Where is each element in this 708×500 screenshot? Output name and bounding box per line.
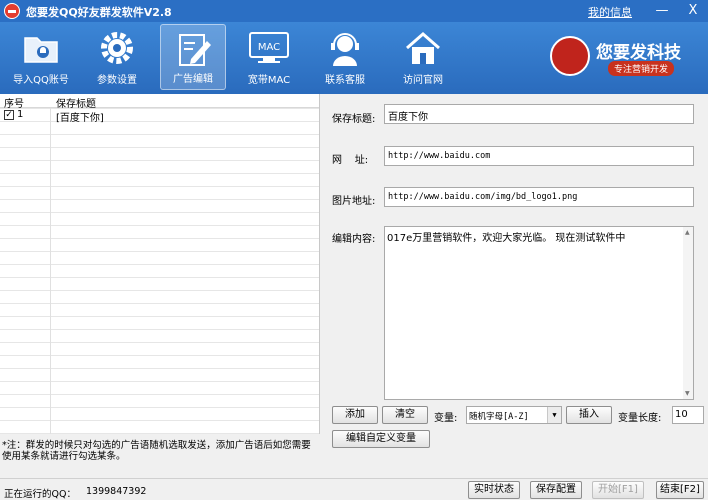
toolbar-import-qq-button[interactable]: 导入QQ账号 — [8, 24, 74, 90]
save-config-button[interactable]: 保存配置 — [530, 481, 582, 499]
toolbar-label: 访问官网 — [403, 75, 443, 86]
title-bar: 您要发QQ好友群发软件V2.8 我的信息 — X — [0, 0, 708, 22]
window-title: 您要发QQ好友群发软件V2.8 — [26, 6, 172, 19]
toolbar-label: 导入QQ账号 — [13, 75, 69, 86]
toolbar-label: 参数设置 — [97, 75, 137, 86]
list-gridlines — [0, 108, 319, 434]
content-editor[interactable]: 017e万里营销软件，欢迎大家光临。 现在测试软件中 ▲ ▼ — [384, 226, 694, 400]
variable-length-label: 变量长度: — [618, 413, 662, 424]
variable-selected: 随机字母[A-Z] — [469, 412, 529, 422]
scroll-down-icon[interactable]: ▼ — [685, 390, 690, 397]
title-input[interactable]: 百度下你 — [384, 104, 694, 124]
add-button[interactable]: 添加 — [332, 406, 378, 424]
image-url-input[interactable]: http://www.baidu.com/img/bd_logo1.png — [384, 187, 694, 207]
main-toolbar: 导入QQ账号 参数设置 广告编辑 MAC 宽带MAC 联系客服 访问官网 您要发… — [0, 22, 708, 94]
column-divider — [50, 94, 51, 434]
mac-monitor-icon: MAC — [249, 32, 289, 63]
close-button[interactable]: X — [683, 2, 703, 20]
brand-name: 您要发科技 — [596, 43, 681, 63]
insert-button[interactable]: 插入 — [566, 406, 612, 424]
variable-length-input[interactable]: 10 — [672, 406, 704, 424]
running-qq-label: 正在运行的QQ： — [4, 489, 76, 500]
toolbar-label: 广告编辑 — [173, 74, 213, 85]
mac-icon-text: MAC — [258, 42, 280, 53]
url-input[interactable]: http://www.baidu.com — [384, 146, 694, 166]
toolbar-mac-button[interactable]: MAC 宽带MAC — [236, 24, 302, 90]
running-qq-value: 1399847392 — [86, 486, 147, 497]
brand-emblem-icon — [550, 36, 590, 76]
toolbar-support-button[interactable]: 联系客服 — [312, 24, 378, 90]
scroll-up-icon[interactable]: ▲ — [685, 229, 690, 236]
pencil-icon — [179, 34, 211, 66]
status-bar: 正在运行的QQ： 1399847392 实时状态 保存配置 开始[F1] 结束[… — [0, 478, 708, 500]
variable-label: 变量: — [434, 413, 458, 424]
folder-icon — [24, 37, 58, 63]
ad-list[interactable]: 序号 保存标题 ✓ 1 [百度下你] — [0, 94, 320, 434]
toolbar-label: 宽带MAC — [247, 75, 291, 86]
column-header-title[interactable]: 保存标题 — [56, 95, 96, 110]
clear-button[interactable]: 清空 — [382, 406, 428, 424]
stop-button[interactable]: 结束[F2] — [656, 481, 704, 499]
home-icon — [406, 32, 440, 64]
row-checkbox[interactable]: ✓ — [4, 110, 14, 120]
column-header-num[interactable]: 序号 — [4, 95, 24, 110]
my-info-link[interactable]: 我的信息 — [588, 4, 632, 20]
row-number: 1 — [17, 109, 24, 120]
content-text: 017e万里营销软件，欢迎大家光临。 现在测试软件中 — [387, 233, 626, 244]
toolbar-label: 联系客服 — [325, 75, 365, 86]
headset-icon — [331, 33, 359, 66]
start-button[interactable]: 开始[F1] — [592, 481, 644, 499]
list-item[interactable]: ✓ 1 [百度下你] — [0, 109, 319, 124]
content-label: 编辑内容: — [332, 234, 376, 245]
brand-logo: 您要发科技 专注营销开发 — [550, 36, 700, 80]
toolbar-settings-button[interactable]: 参数设置 — [84, 24, 150, 90]
realtime-status-button[interactable]: 实时状态 — [468, 481, 520, 499]
image-url-label: 图片地址: — [332, 196, 376, 207]
url-label: 网 址: — [332, 155, 369, 166]
list-header: 序号 保存标题 — [0, 94, 319, 110]
variable-select[interactable]: 随机字母[A-Z] ▼ — [466, 406, 562, 424]
toolbar-ad-edit-button[interactable]: 广告编辑 — [160, 24, 226, 90]
brand-slogan: 专注营销开发 — [608, 61, 675, 76]
app-logo-icon — [4, 3, 20, 19]
edit-custom-variable-button[interactable]: 编辑自定义变量 — [332, 430, 430, 448]
gear-icon — [101, 32, 133, 64]
toolbar-website-button[interactable]: 访问官网 — [390, 24, 456, 90]
usage-note: *注：群发的时候只对勾选的广告语随机选取发送，添加广告语后如您需要使用某条就请进… — [2, 440, 311, 462]
chevron-down-icon[interactable]: ▼ — [547, 407, 561, 423]
content-scrollbar[interactable]: ▲ ▼ — [683, 227, 693, 399]
minimize-button[interactable]: — — [652, 2, 672, 20]
row-title: [百度下你] — [56, 113, 104, 124]
title-label: 保存标题: — [332, 114, 376, 125]
